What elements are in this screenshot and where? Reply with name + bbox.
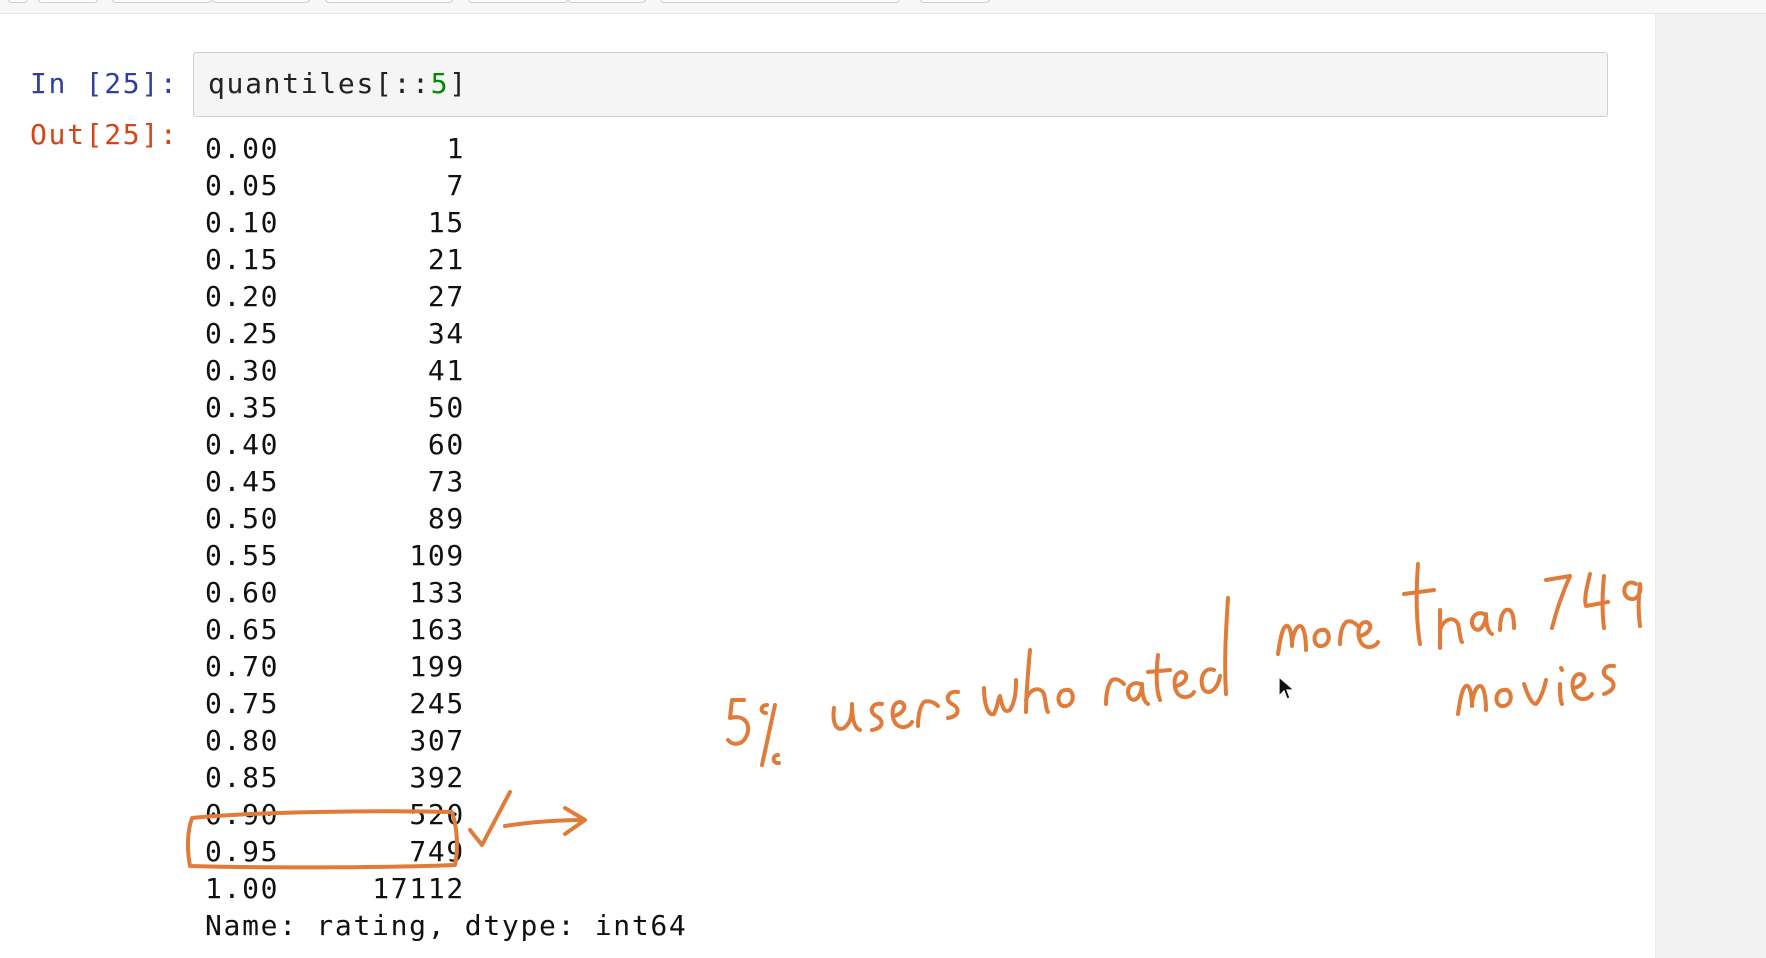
series-row: 0.05 7 <box>205 167 465 204</box>
quantile-label: 0.45 <box>205 465 280 498</box>
quantile-value: 89 <box>427 502 465 535</box>
quantile-value: 7 <box>446 169 465 202</box>
series-row: 0.10 15 <box>205 204 465 241</box>
series-row: 0.20 27 <box>205 278 465 315</box>
quantile-value: 392 <box>409 761 465 794</box>
quantile-value: 133 <box>409 576 465 609</box>
notebook-container: In [25]: quantiles[::5] Out[25]: 0.00 1 0.… <box>0 14 1655 958</box>
series-row: 0.35 50 <box>205 389 465 426</box>
quantile-value: 21 <box>427 243 465 276</box>
quantile-value: 17112 <box>372 872 465 905</box>
input-prompt: In [25]: <box>30 67 179 100</box>
code-text: quantiles[::5] <box>208 65 468 102</box>
toolbar-button[interactable] <box>325 0 453 3</box>
quantile-value: 520 <box>409 798 465 831</box>
quantile-value: 307 <box>409 724 465 757</box>
toolbar-button[interactable] <box>212 0 310 3</box>
cell-type-dropdown[interactable] <box>660 0 900 3</box>
quantile-label: 0.70 <box>205 650 280 683</box>
quantile-value: 109 <box>409 539 465 572</box>
output-series: 0.00 1 0.05 7 0.10 15 0.15 21 0.20 27 0.25 34 0.30 41… <box>205 130 465 907</box>
series-row: 0.30 41 <box>205 352 465 389</box>
quantile-label: 0.15 <box>205 243 280 276</box>
code-suffix: ] <box>449 67 468 100</box>
toolbar-button[interactable] <box>8 0 28 3</box>
series-row: 0.55 109 <box>205 537 465 574</box>
code-number-literal: 5 <box>430 67 450 100</box>
jupyter-notebook-page: In [25]: quantiles[::5] Out[25]: 0.00 1 0.… <box>0 0 1766 958</box>
series-row: 0.70 199 <box>205 648 465 685</box>
code-prefix: quantiles[:: <box>208 67 431 100</box>
quantile-label: 0.50 <box>205 502 280 535</box>
series-row: 0.65 163 <box>205 611 465 648</box>
quantile-label: 0.10 <box>205 206 280 239</box>
quantile-label: 0.80 <box>205 724 280 757</box>
quantile-label: 0.75 <box>205 687 280 720</box>
series-row: 0.40 60 <box>205 426 465 463</box>
quantile-label: 0.35 <box>205 391 280 424</box>
series-row: 0.75 245 <box>205 685 465 722</box>
quantile-label: 0.25 <box>205 317 280 350</box>
quantile-label: 0.90 <box>205 798 280 831</box>
right-scroll-gutter[interactable] <box>1655 14 1766 958</box>
quantile-value: 163 <box>409 613 465 646</box>
series-row: 0.90 520 <box>205 796 465 833</box>
quantile-value: 41 <box>427 354 465 387</box>
series-row: 0.45 73 <box>205 463 465 500</box>
quantile-value: 27 <box>427 280 465 313</box>
series-row: 0.15 21 <box>205 241 465 278</box>
series-row: 0.80 307 <box>205 722 465 759</box>
quantile-label: 0.65 <box>205 613 280 646</box>
code-cell-input[interactable]: quantiles[::5] <box>193 52 1608 117</box>
toolbar-button[interactable] <box>38 0 98 3</box>
quantile-value: 15 <box>427 206 465 239</box>
quantile-value: 245 <box>409 687 465 720</box>
quantile-label: 0.40 <box>205 428 280 461</box>
mouse-cursor-icon <box>1278 676 1296 700</box>
toolbar-button[interactable] <box>112 0 212 3</box>
toolbar-button[interactable] <box>468 0 568 3</box>
series-row: 0.00 1 <box>205 130 465 167</box>
quantile-value: 1 <box>446 132 465 165</box>
quantile-label: 0.30 <box>205 354 280 387</box>
quantile-value: 34 <box>427 317 465 350</box>
output-prompt: Out[25]: <box>30 118 179 151</box>
quantile-value: 60 <box>427 428 465 461</box>
toolbar-button[interactable] <box>568 0 646 3</box>
series-footer: Name: rating, dtype: int64 <box>205 909 688 942</box>
quantile-label: 1.00 <box>205 872 280 905</box>
series-row: 0.95 749 <box>205 833 465 870</box>
quantile-value: 749 <box>409 835 465 868</box>
quantile-label: 0.60 <box>205 576 280 609</box>
toolbar-button[interactable] <box>920 0 990 3</box>
quantile-label: 0.95 <box>205 835 280 868</box>
quantile-value: 73 <box>427 465 465 498</box>
quantile-label: 0.00 <box>205 132 280 165</box>
quantile-value: 50 <box>427 391 465 424</box>
series-row: 0.25 34 <box>205 315 465 352</box>
quantile-label: 0.20 <box>205 280 280 313</box>
notebook-toolbar <box>0 0 1766 14</box>
quantile-label: 0.55 <box>205 539 280 572</box>
series-row: 1.00 17112 <box>205 870 465 907</box>
series-row: 0.85 392 <box>205 759 465 796</box>
quantile-label: 0.85 <box>205 761 280 794</box>
quantile-value: 199 <box>409 650 465 683</box>
quantile-label: 0.05 <box>205 169 280 202</box>
series-row: 0.50 89 <box>205 500 465 537</box>
series-row: 0.60 133 <box>205 574 465 611</box>
